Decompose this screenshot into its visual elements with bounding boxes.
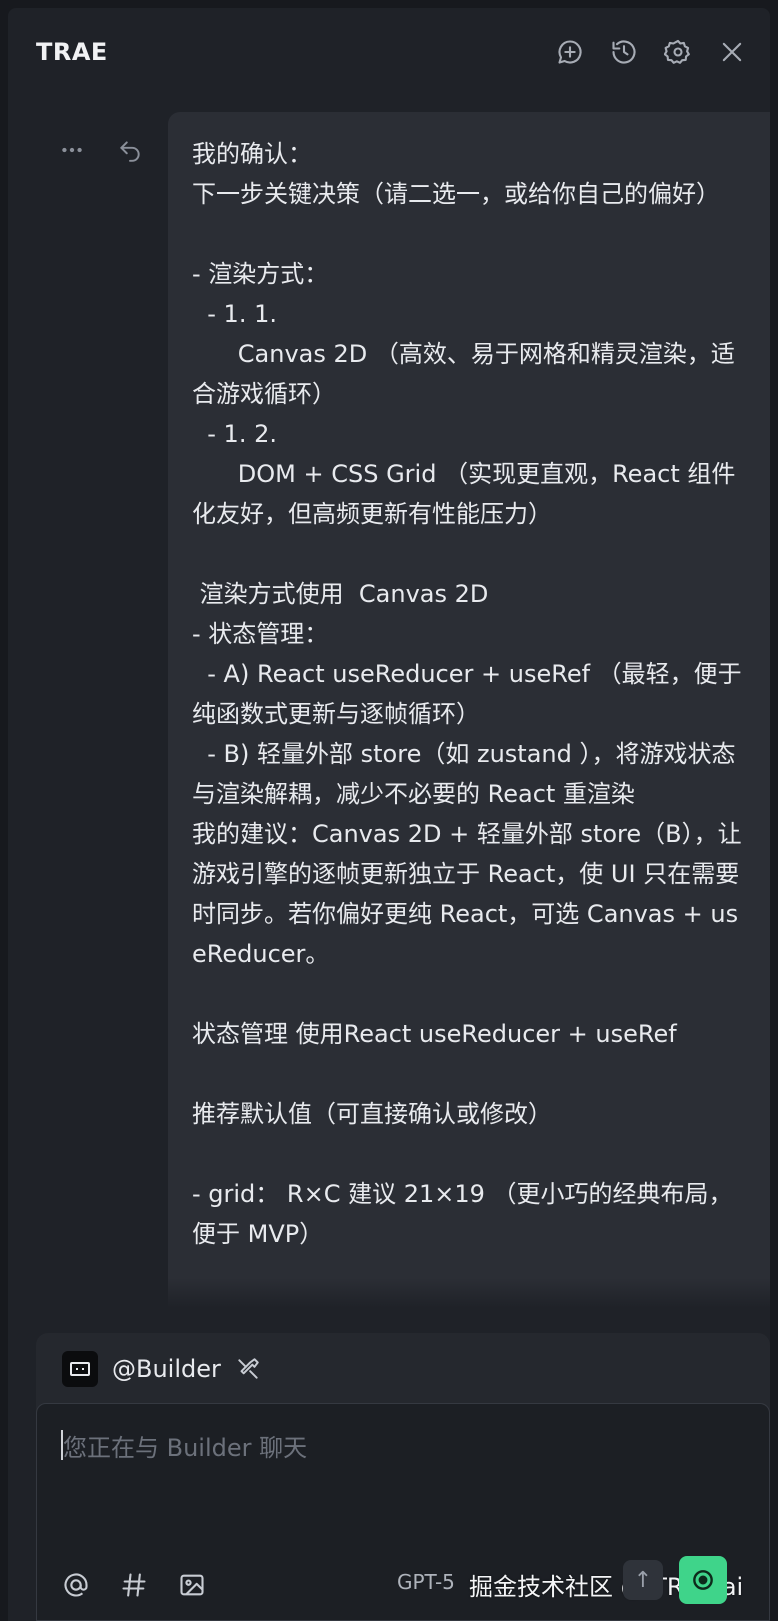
undo-icon[interactable] (116, 136, 144, 164)
hash-icon[interactable] (119, 1570, 149, 1600)
title-bar: TRAE (8, 8, 770, 96)
message-text: 我的确认： 下一步关键决策（请二选一，或给你自己的偏好） - 渲染方式： - 1… (192, 140, 742, 1248)
chat-panel: TRAE 我的确认： 下一步关键决策（请二选一，或给你自己的偏好） - 渲染方式… (8, 8, 770, 1621)
close-icon[interactable] (716, 36, 748, 68)
builder-agent-icon (62, 1351, 98, 1387)
attach-icon[interactable]: ↑ (623, 1560, 663, 1600)
tools-icon[interactable] (235, 1356, 261, 1382)
history-icon[interactable] (608, 36, 640, 68)
more-icon[interactable] (58, 136, 86, 164)
agent-selector[interactable]: @Builder (62, 1351, 261, 1387)
scroll-fade (168, 1278, 770, 1308)
input-toolbar (61, 1570, 207, 1600)
input-placeholder: 您正在与 Builder 聊天 (63, 1434, 308, 1462)
user-message-bubble: 我的确认： 下一步关键决策（请二选一，或给你自己的偏好） - 渲染方式： - 1… (168, 112, 770, 1308)
chat-input[interactable]: 您正在与 Builder 聊天 GPT-5 掘金技术社区 @ TRAE.ai ↑ (36, 1403, 770, 1621)
message-actions (58, 136, 144, 164)
model-selector[interactable]: GPT-5 (397, 1570, 455, 1594)
app-title: TRAE (36, 38, 108, 66)
send-button[interactable] (679, 1556, 727, 1604)
agent-name: @Builder (112, 1355, 221, 1383)
image-icon[interactable] (177, 1570, 207, 1600)
at-icon[interactable] (61, 1570, 91, 1600)
settings-icon[interactable] (662, 36, 694, 68)
composer: @Builder 您正在与 Builder 聊天 GPT-5 掘金技术社区 @ … (36, 1333, 770, 1621)
new-chat-icon[interactable] (554, 36, 586, 68)
